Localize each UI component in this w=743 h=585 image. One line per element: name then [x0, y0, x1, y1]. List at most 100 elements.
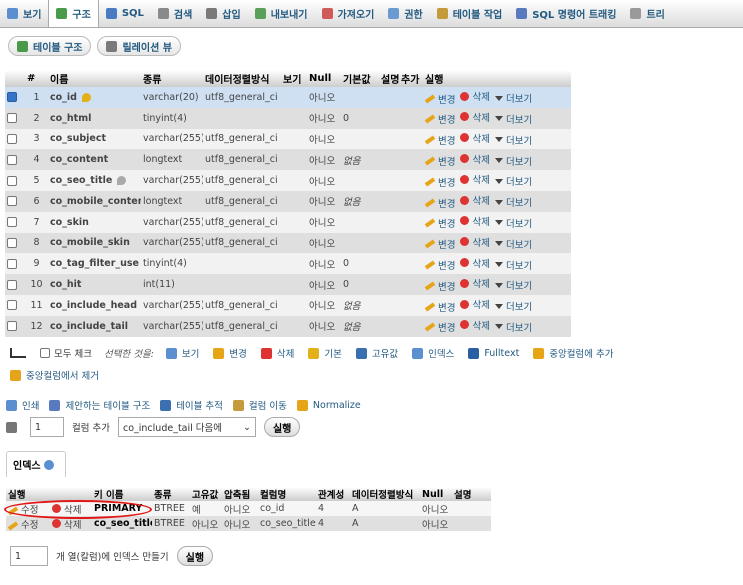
- more-button[interactable]: 더보기: [494, 299, 532, 313]
- change-button[interactable]: 변경: [424, 216, 455, 230]
- info-icon[interactable]: [43, 459, 54, 470]
- more-button[interactable]: 더보기: [494, 133, 532, 147]
- change-button[interactable]: 변경: [424, 154, 455, 168]
- add-column-position-select[interactable]: co_include_tail 다음에 ⌄: [117, 417, 256, 437]
- bulk-action-6[interactable]: Fulltext: [468, 346, 519, 360]
- change-button[interactable]: 변경: [424, 196, 455, 210]
- row-checkbox[interactable]: [7, 300, 17, 311]
- tab-browse[interactable]: 보기: [0, 0, 48, 27]
- change-button[interactable]: 변경: [424, 300, 455, 314]
- drop-button[interactable]: 삭제: [460, 214, 490, 228]
- tab-structure[interactable]: 구조: [48, 0, 99, 27]
- tool-propose-structure[interactable]: 제안하는 테이블 구조: [49, 398, 150, 412]
- index-drop-button[interactable]: 삭제: [64, 520, 81, 531]
- more-button[interactable]: 더보기: [494, 91, 532, 105]
- tab-triggers[interactable]: 트리: [623, 0, 671, 27]
- more-button[interactable]: 더보기: [494, 320, 532, 334]
- drop-button[interactable]: 삭제: [460, 276, 490, 290]
- tool-normalize[interactable]: Normalize: [296, 399, 361, 411]
- row-checkbox[interactable]: [7, 217, 17, 228]
- row-checkbox[interactable]: [7, 113, 17, 124]
- check-all-checkbox[interactable]: [40, 348, 50, 358]
- column-row[interactable]: 8 co_mobile_skin varchar(255) utf8_general_…: [5, 232, 571, 254]
- more-button[interactable]: 더보기: [494, 278, 532, 292]
- create-index-count-input[interactable]: 1: [10, 546, 48, 566]
- change-button[interactable]: 변경: [424, 133, 455, 147]
- header-name[interactable]: 이름: [48, 70, 141, 87]
- drop-button[interactable]: 삭제: [460, 193, 490, 207]
- column-row[interactable]: 5 co_seo_title varchar(255) utf8_general_ci…: [5, 170, 571, 191]
- tab-sql[interactable]: SQL: [99, 0, 151, 27]
- row-checkbox[interactable]: [7, 175, 17, 186]
- header-null[interactable]: Null: [307, 70, 341, 87]
- tool-print[interactable]: 인쇄: [6, 398, 39, 412]
- create-index-go-button[interactable]: 실행: [176, 546, 214, 566]
- drop-button[interactable]: 삭제: [460, 89, 490, 103]
- header-collation[interactable]: 데이터정렬방식: [203, 70, 281, 87]
- tool-move-columns[interactable]: 컬럼 이동: [232, 398, 287, 412]
- bulk-action-5[interactable]: 인덱스: [412, 346, 454, 360]
- row-checkbox[interactable]: [7, 92, 17, 103]
- row-checkbox[interactable]: [7, 321, 17, 332]
- check-all[interactable]: 모두 체크: [40, 346, 92, 360]
- index-edit-button[interactable]: 수정: [21, 520, 38, 531]
- more-button[interactable]: 더보기: [494, 216, 532, 230]
- column-row[interactable]: 9 co_tag_filter_use tinyint(4) 아니오 0 변경 삭제 더보기: [5, 253, 571, 275]
- drop-button[interactable]: 삭제: [460, 318, 490, 332]
- column-row[interactable]: 3 co_subject varchar(255) utf8_general_ci 아니…: [5, 128, 571, 150]
- row-checkbox[interactable]: [7, 154, 17, 165]
- row-checkbox[interactable]: [7, 237, 17, 248]
- drop-button[interactable]: 삭제: [460, 152, 490, 166]
- row-checkbox[interactable]: [7, 196, 17, 207]
- tab-search[interactable]: 검색: [151, 0, 199, 27]
- column-row[interactable]: 4 co_content longtext utf8_general_ci 아니오 없음 변…: [5, 149, 571, 171]
- bulk-action-3[interactable]: 기본: [308, 346, 342, 360]
- index-edit-cell[interactable]: 수정: [6, 516, 50, 531]
- column-row[interactable]: 2 co_html tinyint(4) 아니오 0 변경 삭제 더보기: [5, 107, 571, 129]
- more-button[interactable]: 더보기: [494, 174, 532, 188]
- change-button[interactable]: 변경: [424, 237, 455, 251]
- add-column-count-input[interactable]: 1: [30, 417, 64, 437]
- tab-privileges[interactable]: 권한: [381, 0, 429, 27]
- drop-button[interactable]: 삭제: [460, 297, 490, 311]
- column-row[interactable]: 7 co_skin varchar(255) utf8_general_ci 아니오 변경…: [5, 211, 571, 233]
- relation-view-subtab[interactable]: 릴레이션 뷰: [97, 36, 181, 56]
- remove-central-columns-button[interactable]: 중앙컬럼에서 제거: [26, 368, 99, 382]
- more-button[interactable]: 더보기: [494, 258, 532, 272]
- change-button[interactable]: 변경: [424, 175, 455, 189]
- more-button[interactable]: 더보기: [494, 195, 532, 209]
- more-button[interactable]: 더보기: [494, 237, 532, 251]
- row-checkbox[interactable]: [7, 279, 17, 290]
- structure-subtab[interactable]: 테이블 구조: [8, 36, 92, 56]
- change-button[interactable]: 변경: [424, 92, 455, 106]
- header-attributes[interactable]: 보기: [281, 70, 307, 87]
- column-row[interactable]: 12 co_include_tail varchar(255) utf8_genera…: [5, 315, 571, 337]
- tab-insert[interactable]: 삽입: [199, 0, 247, 27]
- tab-import[interactable]: 가져오기: [315, 0, 382, 27]
- tab-tracking[interactable]: SQL 명령어 트래킹: [509, 0, 623, 27]
- bulk-action-1[interactable]: 변경: [213, 346, 247, 360]
- change-button[interactable]: 변경: [424, 112, 455, 126]
- drop-button[interactable]: 삭제: [460, 235, 490, 249]
- bulk-action-2[interactable]: 삭제: [260, 346, 294, 360]
- column-row[interactable]: 11 co_include_head varchar(255) utf8_genera…: [5, 294, 571, 316]
- drop-button[interactable]: 삭제: [460, 256, 490, 270]
- tab-export[interactable]: 내보내기: [248, 0, 315, 27]
- column-row[interactable]: 6 co_mobile_content longtext utf8_general_c…: [5, 190, 571, 212]
- header-comment[interactable]: 설명: [379, 70, 399, 87]
- change-button[interactable]: 변경: [424, 258, 455, 272]
- drop-button[interactable]: 삭제: [460, 110, 490, 124]
- row-checkbox[interactable]: [7, 133, 17, 144]
- row-checkbox[interactable]: [7, 258, 17, 269]
- header-type[interactable]: 종류: [141, 70, 203, 87]
- check-all-label[interactable]: 모두 체크: [54, 346, 92, 360]
- bulk-action-4[interactable]: 고유값: [355, 346, 398, 360]
- tool-track-table[interactable]: 테이블 추적: [160, 398, 223, 412]
- add-column-go-button[interactable]: 실행: [263, 417, 301, 437]
- more-button[interactable]: 더보기: [494, 112, 532, 126]
- bulk-action-0[interactable]: 보기: [165, 346, 199, 360]
- header-default[interactable]: 기본값: [341, 70, 379, 87]
- header-extra[interactable]: 추가: [399, 70, 423, 87]
- tab-operations[interactable]: 테이블 작업: [430, 0, 509, 27]
- bulk-action-7[interactable]: 중앙컬럼에 추가: [533, 346, 614, 360]
